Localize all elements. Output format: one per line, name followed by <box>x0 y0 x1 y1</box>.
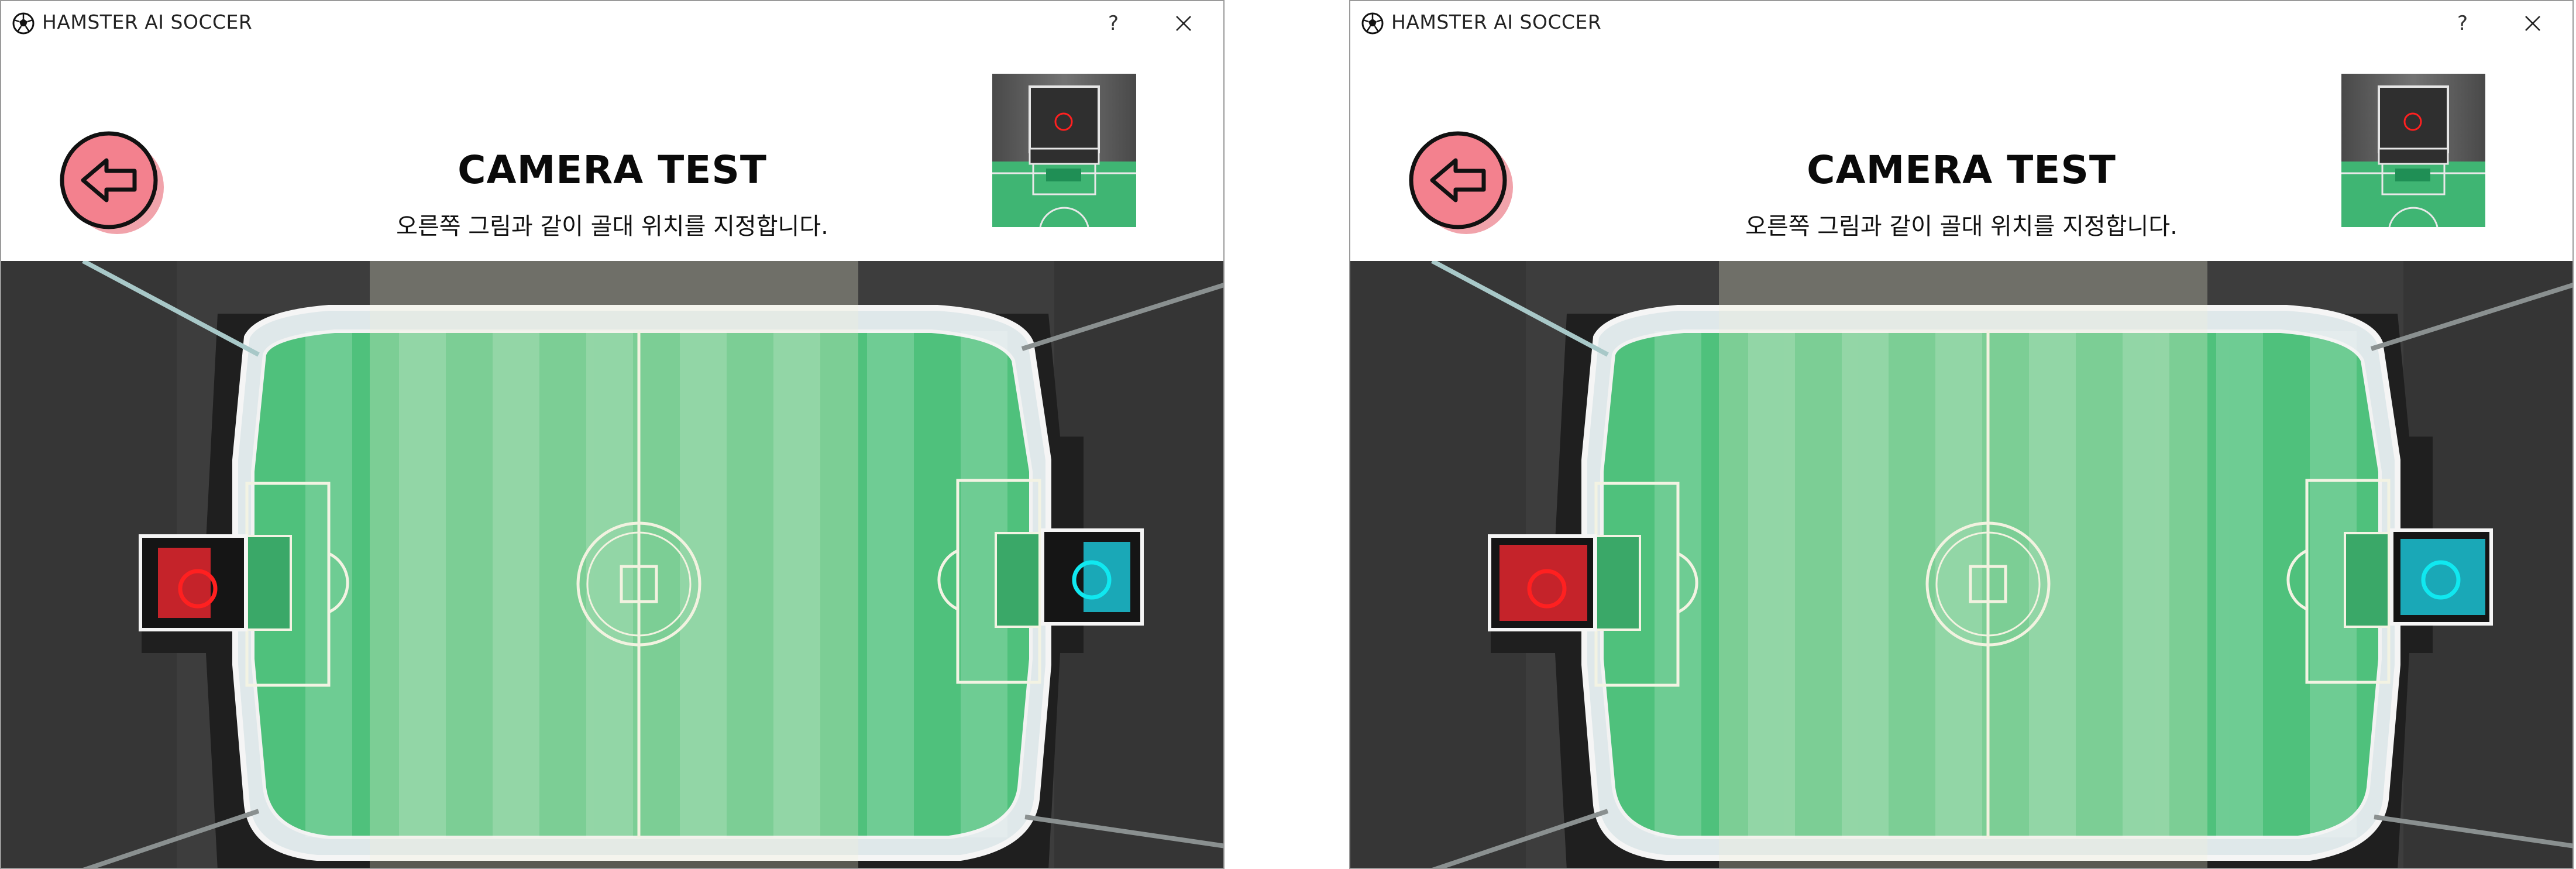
soccer-ball-icon <box>12 12 35 35</box>
close-icon <box>1176 16 1191 31</box>
app-window-1: HAMSTER AI SOCCER ? CAMERA TEST 오른쪽 그림과 … <box>0 0 1225 869</box>
app-window-2: HAMSTER AI SOCCER ? CAMERA TEST 오른쪽 그림과 … <box>1349 0 2574 869</box>
title-bar: HAMSTER AI SOCCER ? <box>1350 1 2572 47</box>
close-button[interactable] <box>1166 8 1201 39</box>
title-bar: HAMSTER AI SOCCER ? <box>1 1 1223 47</box>
close-icon <box>2525 16 2540 31</box>
soccer-ball-icon <box>1361 12 1384 35</box>
camera-view[interactable] <box>1 261 1223 868</box>
app-title: HAMSTER AI SOCCER <box>1391 11 1602 33</box>
help-button[interactable]: ? <box>2445 8 2480 39</box>
camera-view[interactable] <box>1350 261 2572 868</box>
close-button[interactable] <box>2515 8 2550 39</box>
goal-reference-image <box>992 74 1136 227</box>
goal-reference-image <box>2341 74 2485 227</box>
app-title: HAMSTER AI SOCCER <box>42 11 253 33</box>
help-button[interactable]: ? <box>1096 8 1131 39</box>
